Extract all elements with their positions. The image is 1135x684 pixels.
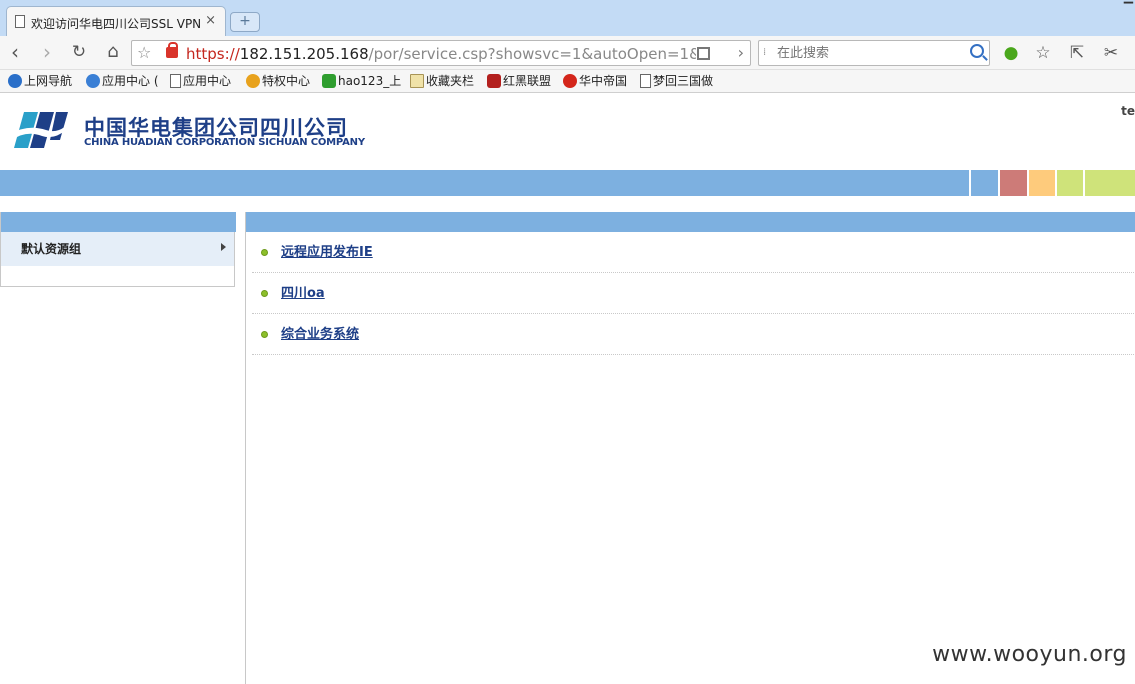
wechat-icon[interactable]: ● [1000, 42, 1022, 64]
color-swatch [1027, 170, 1055, 196]
drag-handle-icon[interactable]: ⁞ [763, 47, 766, 58]
window-control-icon[interactable]: ▔ [1124, 2, 1133, 16]
app-link-business-system[interactable]: 综合业务系统 [281, 323, 359, 342]
list-item: 综合业务系统 [252, 314, 1135, 355]
bullet-icon [261, 331, 268, 338]
search-box[interactable]: ⁞ [758, 40, 990, 66]
page-icon [170, 74, 181, 88]
search-icon[interactable] [970, 44, 984, 58]
ie-icon [8, 74, 22, 88]
bookmark-item[interactable]: 应用中心 ( [86, 72, 159, 90]
back-icon[interactable]: ‹ [3, 41, 27, 65]
sidebar-item-label: 默认资源组 [21, 242, 82, 256]
home-icon[interactable]: ⌂ [101, 41, 125, 65]
shield-icon [487, 74, 501, 88]
browser-toolbar: ‹ › ↻ ⌂ ☆ https://182.151.205.168/por/se… [0, 36, 1135, 70]
bullet-icon [261, 249, 268, 256]
chevron-right-icon [221, 243, 226, 251]
huadian-logo-icon [10, 112, 68, 148]
color-swatch [1055, 170, 1083, 196]
browser-tab[interactable]: 欢迎访问华电四川公司SSL VPN × [6, 6, 226, 36]
app-list: 远程应用发布IE 四川oa 综合业务系统 [252, 232, 1135, 355]
bookmark-item[interactable]: hao123_上 [322, 72, 401, 90]
header-color-band [0, 170, 1135, 196]
app-center-icon [86, 74, 100, 88]
bookmark-item[interactable]: 红黑联盟 [487, 72, 551, 90]
page-icon [640, 74, 651, 88]
watermark: www.wooyun.org [932, 642, 1127, 667]
page-icon [15, 15, 25, 28]
privilege-icon [246, 74, 260, 88]
sidebar-header [1, 212, 236, 232]
list-item: 四川oa [252, 273, 1135, 314]
app-link-sichuan-oa[interactable]: 四川oa [281, 282, 325, 301]
panel-header [246, 212, 1135, 232]
app-link-remote-ie[interactable]: 远程应用发布IE [281, 241, 373, 260]
color-swatch [969, 170, 998, 196]
hao123-icon [322, 74, 336, 88]
new-tab-button[interactable]: + [230, 12, 260, 32]
company-name-en: CHINA HUADIAN CORPORATION SICHUAN COMPAN… [84, 137, 365, 148]
forward-icon[interactable]: › [35, 41, 59, 65]
color-swatch [998, 170, 1027, 196]
favorites-star-icon[interactable]: ☆ [1032, 42, 1054, 64]
search-input[interactable] [777, 44, 957, 62]
folder-icon [410, 74, 424, 88]
insecure-lock-icon[interactable] [166, 42, 178, 58]
qr-code-icon[interactable] [697, 47, 710, 60]
bookmark-item[interactable]: 收藏夹栏 [410, 72, 474, 90]
resource-group-sidebar: 默认资源组 [0, 212, 236, 287]
page-header: 中国华电集团公司四川公司 CHINA HUADIAN CORPORATION S… [0, 94, 1135, 170]
tab-strip: 欢迎访问华电四川公司SSL VPN × + ▔ [0, 0, 1135, 36]
address-url[interactable]: https://182.151.205.168/por/service.csp?… [186, 45, 696, 63]
sidebar-item-default-group[interactable]: 默认资源组 [1, 232, 234, 266]
close-tab-icon[interactable]: × [205, 13, 216, 28]
bookmark-item[interactable]: 上网导航 [8, 72, 72, 90]
bookmark-item[interactable]: 梦回三国做 [640, 72, 713, 90]
tab-title: 欢迎访问华电四川公司SSL VPN [31, 17, 202, 31]
reload-icon[interactable]: ↻ [67, 41, 91, 65]
color-swatch [1083, 170, 1135, 196]
bookmark-item[interactable]: 特权中心 [246, 72, 310, 90]
bookmark-star-icon[interactable]: ☆ [137, 43, 151, 62]
list-item: 远程应用发布IE [252, 232, 1135, 273]
scissors-icon[interactable]: ✂ [1100, 42, 1122, 64]
bookmark-item[interactable]: 华中帝国 [563, 72, 627, 90]
bookmarks-bar: 上网导航 应用中心 ( 应用中心 特权中心 hao123_上 收藏夹栏 红黑联盟… [0, 70, 1135, 93]
bullet-icon [261, 290, 268, 297]
user-info: te [1121, 104, 1135, 118]
dragon-icon [563, 74, 577, 88]
bookmark-item[interactable]: 应用中心 [170, 72, 231, 90]
address-bar[interactable]: ☆ https://182.151.205.168/por/service.cs… [131, 40, 751, 66]
go-arrow-icon[interactable]: › [738, 43, 744, 62]
share-icon[interactable]: ⇱ [1066, 42, 1088, 64]
app-list-panel: 远程应用发布IE 四川oa 综合业务系统 [245, 212, 1135, 684]
